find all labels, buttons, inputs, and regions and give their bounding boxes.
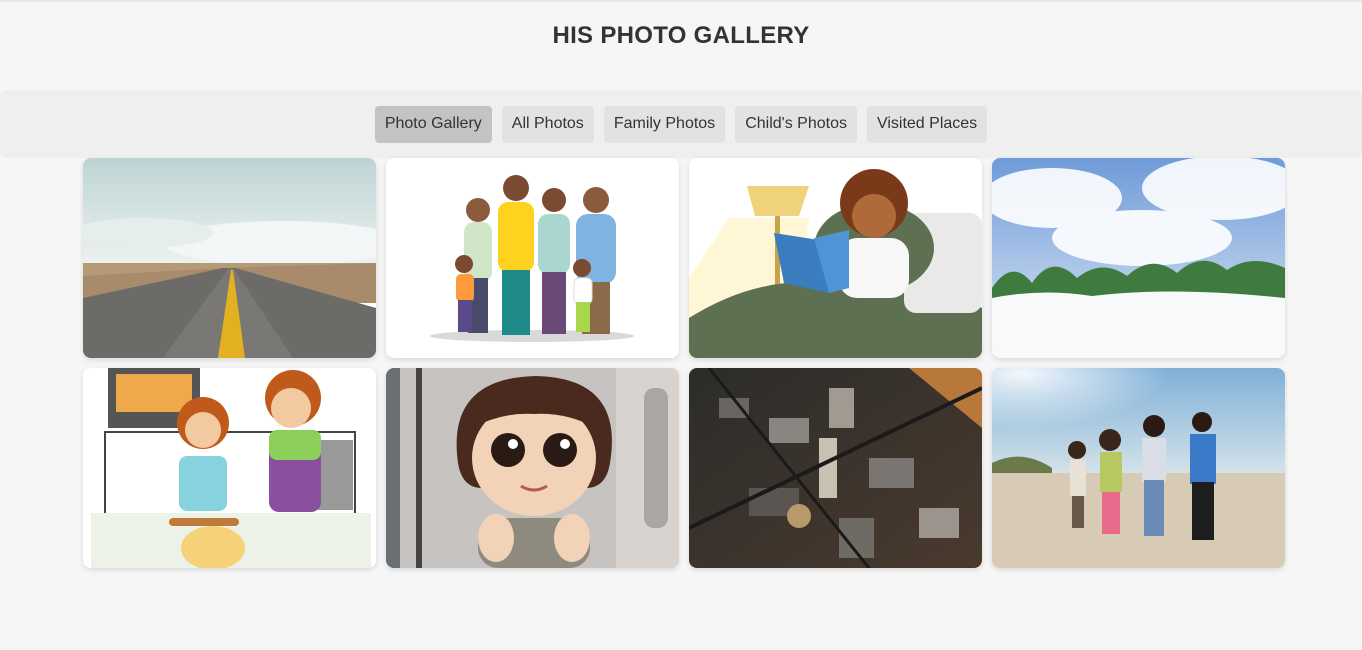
- photo-family-walking[interactable]: [992, 368, 1285, 568]
- nav-family-photos-button[interactable]: Family Photos: [603, 105, 726, 143]
- photo-baking-illustration[interactable]: [83, 368, 376, 568]
- photo-city-aerial[interactable]: [689, 368, 982, 568]
- photo-grid: [83, 158, 1285, 568]
- photo-desert-road[interactable]: [83, 158, 376, 358]
- photo-snowy-forest[interactable]: [992, 158, 1285, 358]
- nav-childs-photos-button[interactable]: Child's Photos: [735, 105, 857, 143]
- nav-all-photos-button[interactable]: All Photos: [501, 105, 594, 143]
- gallery-nav: Photo Gallery All Photos Family Photos C…: [0, 90, 1362, 158]
- nav-photo-gallery-button[interactable]: Photo Gallery: [374, 105, 492, 143]
- page-title: HIS PHOTO GALLERY: [552, 22, 810, 49]
- photo-reading-in-bed[interactable]: [689, 158, 982, 358]
- photo-family-illustration[interactable]: [386, 158, 679, 358]
- nav-visited-places-button[interactable]: Visited Places: [866, 105, 988, 143]
- photo-cartoon-girl[interactable]: [386, 368, 679, 568]
